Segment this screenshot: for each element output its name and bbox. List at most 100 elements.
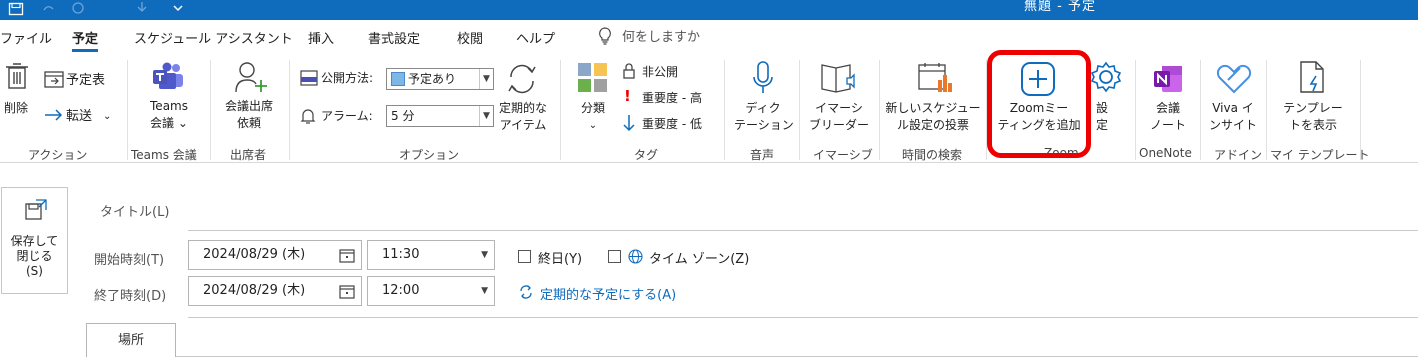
end-date-value: 2024/08/29 (木) (203, 283, 306, 298)
viva-insights-label-1: Viva イ (1212, 101, 1254, 115)
tell-me-search[interactable]: 何をしますか (598, 26, 700, 45)
group-separator (799, 60, 800, 160)
globe-icon (628, 249, 643, 264)
zoom-highlight-box (987, 50, 1091, 158)
location-button[interactable]: 場所 (86, 323, 176, 357)
chevron-down-icon[interactable] (172, 0, 184, 20)
invite-attendees-label-1: 会議出席 (224, 99, 273, 113)
group-options: オプション (399, 148, 460, 162)
start-date-field[interactable]: 2024/08/29 (木) (188, 240, 362, 270)
tab-appointment[interactable]: 予定 (72, 28, 99, 52)
low-importance-button[interactable]: 重要度 - 低 (642, 116, 702, 133)
viva-insights-button[interactable]: Viva イ ンサイト (1204, 100, 1262, 134)
teams-icon (153, 62, 183, 89)
show-as-value: 予定あり (408, 72, 457, 86)
reminder-value: 5 分 (391, 109, 415, 123)
tab-insert[interactable]: 挿入 (308, 28, 334, 47)
tab-schedule-assistant[interactable]: スケジュール アシスタント (134, 28, 293, 47)
group-separator (1266, 60, 1267, 160)
title-label: タイトル(L) (100, 205, 170, 220)
view-templates-button[interactable]: テンプレー トを表示 (1276, 100, 1350, 134)
meeting-notes-label-1: 会議 (1155, 101, 1180, 115)
teams-meeting-label-2-text: 会議 (150, 116, 175, 130)
ribbon-tabs: ファイル 予定 スケジュール アシスタント 挿入 書式設定 校閲 ヘルプ 何をし… (0, 20, 1418, 56)
gear-icon (1090, 61, 1122, 93)
calendar-icon[interactable] (339, 248, 355, 263)
save-close-label-2: 閉じる (16, 249, 53, 263)
down-arrow-icon[interactable] (134, 0, 150, 20)
chevron-down-icon[interactable]: ▼ (481, 241, 488, 269)
reminder-select[interactable]: 5 分 ▼ (386, 105, 494, 127)
teams-meeting-label-2: 会議 ⌄ (150, 116, 188, 130)
recurrence-button[interactable]: 定期的な アイテム (494, 100, 552, 134)
zoom-settings-button[interactable]: 設 定 (1095, 100, 1109, 134)
make-recurring-link[interactable]: 定期的な予定にする(A) (540, 284, 676, 303)
microphone-icon (753, 61, 773, 93)
scheduling-poll-button[interactable]: 新しいスケジュー ル設定の投票 (885, 100, 981, 134)
chevron-down-icon[interactable]: ▼ (479, 69, 493, 89)
end-time-label: 終了時刻(D) (94, 289, 167, 304)
group-attendees: 出席者 (230, 148, 267, 162)
invite-attendees-label-2: 依頼 (236, 116, 261, 130)
high-importance-button[interactable]: 重要度 - 高 (642, 90, 702, 107)
recurrence-icon (520, 285, 532, 299)
immersive-reader-button[interactable]: イマーシ ブリーダー (806, 100, 872, 134)
timezone-label: タイム ゾーン(Z) (649, 252, 750, 267)
group-separator (879, 60, 880, 160)
schedule-button[interactable]: 予定表 (66, 72, 105, 89)
group-action: アクション (28, 148, 88, 162)
meeting-notes-button[interactable]: 会議 ノート (1142, 100, 1194, 134)
immersive-reader-icon (821, 64, 855, 93)
forward-dropdown-icon[interactable]: ⌄ (103, 108, 111, 125)
tab-format[interactable]: 書式設定 (368, 28, 420, 47)
title-bar: 無題 - 予定 (0, 0, 1418, 20)
all-day-checkbox[interactable] (518, 250, 531, 263)
window-title: 無題 - 予定 (1024, 0, 1096, 14)
view-templates-label-1: テンプレー (1283, 101, 1343, 115)
group-separator (127, 60, 128, 160)
categorize-dropdown-icon: ⌄ (588, 120, 598, 131)
title-input[interactable] (188, 230, 1418, 231)
chevron-down-icon[interactable]: ▼ (479, 106, 493, 126)
group-teams: Teams 会議 (131, 148, 197, 162)
redo-icon[interactable] (70, 0, 86, 20)
group-separator (1135, 60, 1136, 160)
group-separator (210, 60, 211, 160)
start-time-select[interactable]: 11:30 ▼ (367, 240, 495, 270)
lightbulb-icon (599, 26, 611, 45)
show-as-icon (300, 70, 318, 86)
group-separator (560, 60, 561, 160)
onenote-icon (1154, 66, 1182, 92)
save-icon[interactable] (8, 0, 24, 20)
calendar-icon[interactable] (339, 284, 355, 299)
forward-arrow-icon (45, 109, 63, 121)
forward-button[interactable]: 転送 (66, 108, 92, 125)
show-as-select[interactable]: 予定あり ▼ (386, 68, 494, 90)
categorize-button[interactable]: 分類 ⌄ (575, 100, 611, 134)
save-and-close-button[interactable]: 保存して 閉じる (S) (1, 187, 68, 294)
tab-help[interactable]: ヘルプ (516, 28, 555, 47)
viva-insights-label-2: ンサイト (1208, 118, 1257, 132)
view-templates-label-2: トを表示 (1288, 118, 1337, 132)
group-onenote: OneNote (1139, 146, 1192, 160)
timezone-checkbox[interactable] (608, 250, 621, 263)
chevron-down-icon[interactable]: ▼ (481, 277, 488, 305)
teams-meeting-button[interactable]: Teams 会議 ⌄ (146, 98, 192, 132)
trash-icon (6, 63, 28, 89)
zoom-settings-label-2: 定 (1095, 118, 1108, 132)
tab-file[interactable]: ファイル (0, 28, 52, 47)
save-close-label-3: (S) (26, 264, 43, 278)
end-date-field[interactable]: 2024/08/29 (木) (188, 276, 362, 306)
invite-attendees-button[interactable]: 会議出席 依頼 (218, 98, 280, 132)
delete-button[interactable]: 削除 (4, 100, 28, 117)
scheduling-poll-icon (918, 63, 952, 92)
categorize-label: 分類 (580, 101, 605, 115)
undo-icon[interactable] (40, 0, 56, 20)
start-date-value: 2024/08/29 (木) (203, 247, 306, 262)
private-button[interactable]: 非公開 (642, 64, 678, 81)
end-time-select[interactable]: 12:00 ▼ (367, 276, 495, 306)
tab-review[interactable]: 校閲 (457, 28, 483, 47)
all-day-label: 終日(Y) (538, 252, 583, 267)
invite-attendees-icon (235, 62, 267, 93)
dictate-button[interactable]: ディク テーション (734, 100, 794, 134)
